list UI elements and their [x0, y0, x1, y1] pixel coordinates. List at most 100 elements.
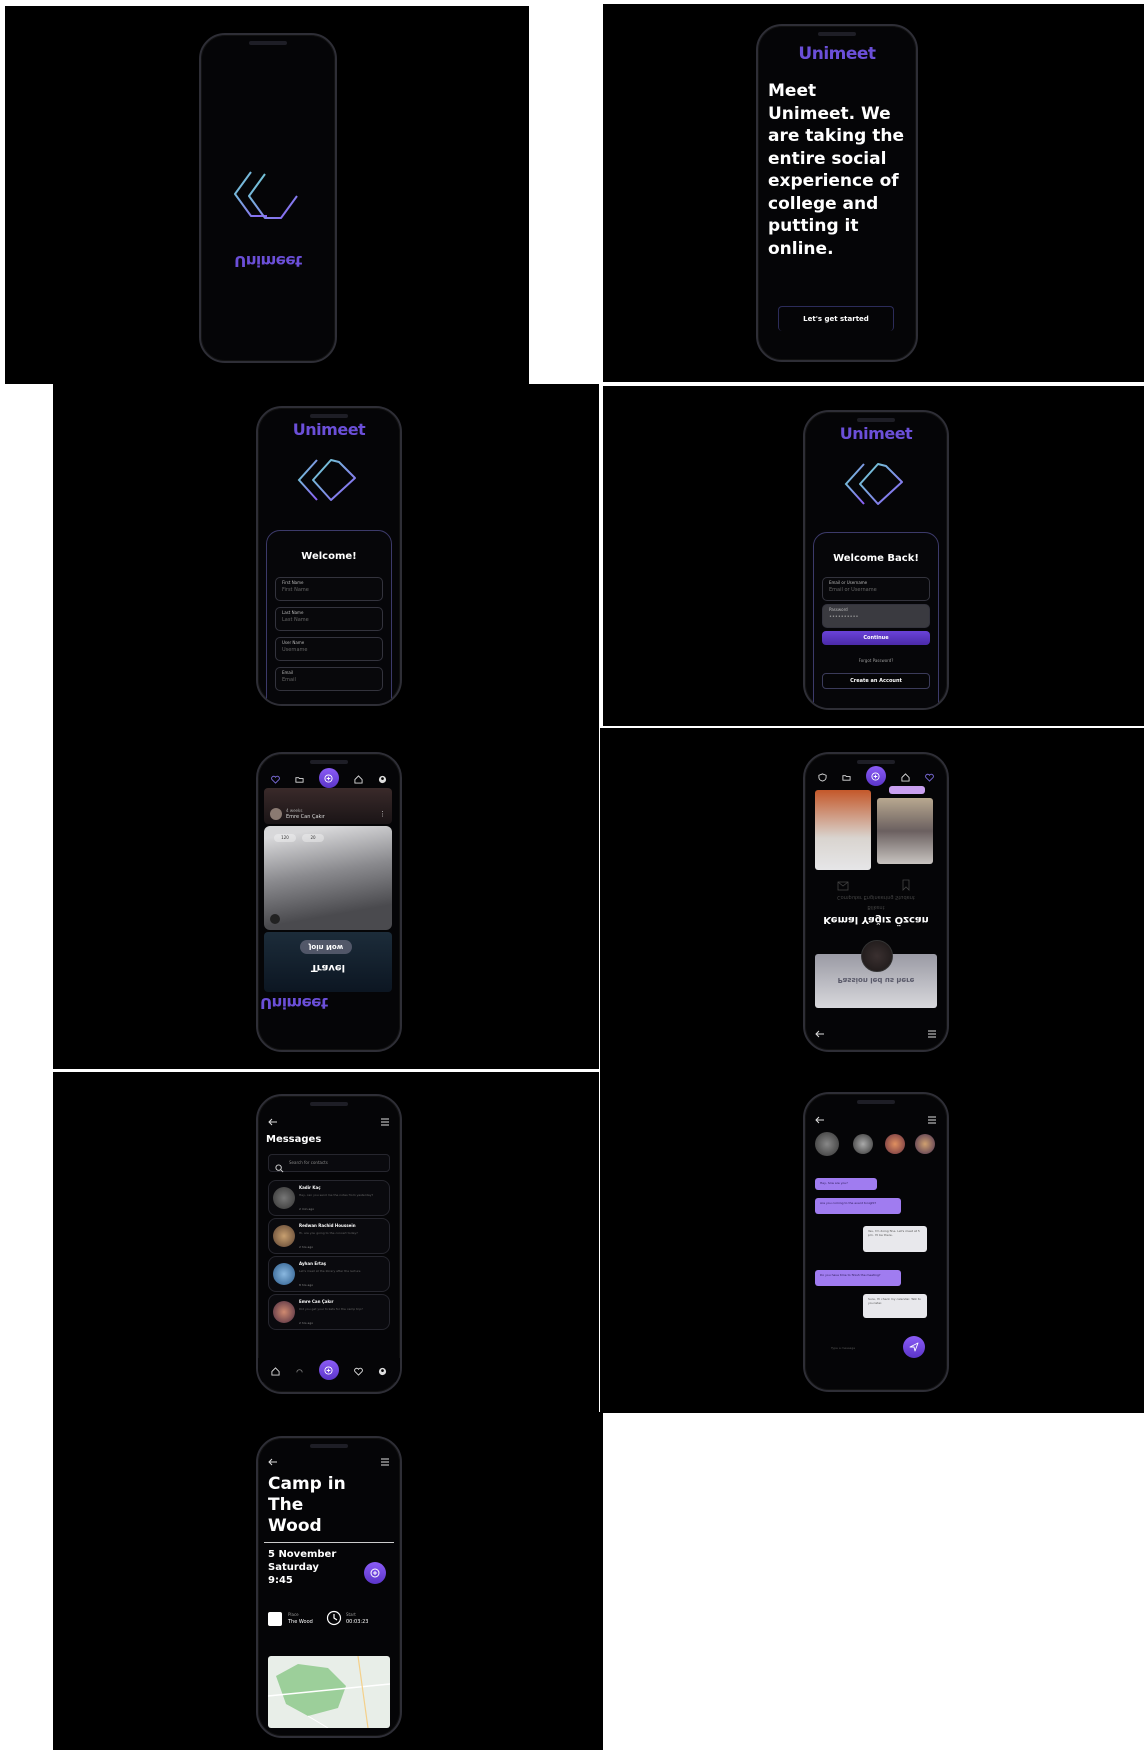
- phone-frame: Unimeet Welcome! First Name First Name L…: [256, 406, 402, 706]
- message-item[interactable]: Emre Can Çakır Did you get your tickets …: [268, 1294, 390, 1330]
- avatar: [273, 1263, 295, 1285]
- refresh-icon[interactable]: [295, 1361, 304, 1380]
- title-divider: [264, 1542, 394, 1543]
- contact-name: Ayhan Ertaş: [299, 1261, 327, 1266]
- field-placeholder: Username: [282, 647, 308, 653]
- phone-frame: 4 weeks Emre Can Çakır ⋮ 120 20 Join Now…: [256, 752, 402, 1052]
- feed-brand-mirrored: Unimeet: [260, 994, 328, 1012]
- search-placeholder: Search for contacts: [289, 1160, 328, 1165]
- username-field[interactable]: User Name Username: [275, 637, 383, 661]
- participant-avatar[interactable]: [815, 1132, 839, 1156]
- center-action-button[interactable]: [318, 768, 339, 788]
- profile-icon[interactable]: [378, 769, 387, 788]
- event-panel: Camp in The Wood 5 November Saturday 9:4…: [53, 1412, 603, 1750]
- photo-tile-accent: [889, 786, 925, 794]
- divider: [603, 383, 1144, 385]
- contact-name: Emre Can Çakır: [299, 1299, 334, 1304]
- participant-avatar[interactable]: [853, 1134, 873, 1154]
- bookmark-icon[interactable]: [901, 876, 911, 895]
- start-label: Start: [346, 1612, 356, 1617]
- heart-icon[interactable]: [271, 769, 281, 788]
- avatar: [270, 808, 282, 820]
- password-dots: ••••••••••: [829, 614, 859, 620]
- create-account-button[interactable]: Create an Account: [822, 673, 930, 689]
- forgot-password-link[interactable]: Forgot Password?: [814, 658, 938, 663]
- home-icon[interactable]: [354, 769, 363, 788]
- heart-icon[interactable]: [924, 767, 934, 786]
- heart-icon[interactable]: [353, 1361, 363, 1380]
- back-arrow-icon[interactable]: [815, 1110, 825, 1129]
- more-icon[interactable]: ⋮: [379, 810, 386, 818]
- mail-icon[interactable]: [837, 876, 849, 895]
- folder-icon[interactable]: [842, 767, 851, 786]
- message-input[interactable]: Type a message: [831, 1346, 855, 1350]
- map-svg: [268, 1656, 390, 1728]
- event-title: Travel: [264, 962, 392, 973]
- message-item[interactable]: Kadir Kaç Hey, can you send me the notes…: [268, 1180, 390, 1216]
- event-map[interactable]: [268, 1656, 390, 1728]
- password-field[interactable]: Password ••••••••••: [822, 604, 930, 628]
- phone-frame: Unimeet Welcome Back! Email or Username …: [803, 410, 949, 710]
- signup-title: Welcome!: [301, 551, 357, 562]
- send-button[interactable]: [903, 1336, 925, 1358]
- event-datetime: 5 November Saturday 9:45: [268, 1548, 336, 1587]
- menu-icon[interactable]: [380, 1452, 390, 1471]
- post-user: Emre Can Çakır: [286, 814, 325, 820]
- message-item[interactable]: Ayhan Ertaş Let's meet at the library af…: [268, 1256, 390, 1292]
- splash-panel: Unimeet: [5, 6, 529, 384]
- back-arrow-icon[interactable]: [268, 1452, 278, 1471]
- menu-icon[interactable]: [927, 1110, 937, 1129]
- profile-name: Kemal Yağız Özcan: [805, 914, 947, 925]
- message-preview: Hey, can you send me the notes from yest…: [299, 1193, 374, 1197]
- home-icon[interactable]: [271, 1361, 280, 1380]
- signup-brand: Unimeet: [292, 420, 366, 439]
- phone-notch: [818, 32, 856, 36]
- messages-panel: Messages Search for contacts Kadir Kaç H…: [53, 1072, 599, 1412]
- phone-notch: [857, 1100, 895, 1104]
- shield-icon[interactable]: [818, 767, 827, 786]
- search-icon: [275, 1158, 284, 1177]
- field-placeholder: Email or Username: [829, 587, 877, 593]
- center-action-button[interactable]: [318, 1360, 339, 1380]
- phone-frame: Computer Engineering Student Bilkent Kem…: [803, 752, 949, 1052]
- folder-icon[interactable]: [295, 769, 304, 788]
- menu-icon[interactable]: [927, 1024, 937, 1043]
- avatar: [273, 1225, 295, 1247]
- name-text: Kemal Yağız Özcan: [823, 914, 929, 925]
- message-preview: Hi, are you going to the concert today?: [299, 1231, 358, 1235]
- photo-tile[interactable]: [815, 790, 871, 870]
- subtitle2-text: Bilkent: [867, 904, 885, 910]
- email-username-field[interactable]: Email or Username Email or Username: [822, 577, 930, 601]
- photo-tile[interactable]: [877, 798, 933, 864]
- continue-button[interactable]: Continue: [822, 631, 930, 645]
- join-event-button[interactable]: [364, 1562, 386, 1584]
- last-name-field[interactable]: Last Name Last Name: [275, 607, 383, 631]
- back-arrow-icon[interactable]: [815, 1024, 825, 1043]
- email-field[interactable]: Email Email: [275, 667, 383, 691]
- plus-circle-icon: [370, 1568, 380, 1578]
- message-item[interactable]: Redwan Rachid Houssein Hi, are you going…: [268, 1218, 390, 1254]
- title-line: Wood: [268, 1516, 322, 1536]
- home-icon[interactable]: [901, 767, 910, 786]
- post-image: 120 20: [264, 826, 392, 930]
- contact-name: Redwan Rachid Houssein: [299, 1223, 356, 1228]
- profile-panel: Computer Engineering Student Bilkent Kem…: [600, 728, 1144, 1068]
- brand-text: Unimeet: [260, 994, 328, 1012]
- participant-avatar[interactable]: [885, 1134, 905, 1154]
- menu-icon[interactable]: [380, 1112, 390, 1131]
- get-started-button[interactable]: Let's get started: [778, 306, 894, 331]
- first-name-field[interactable]: First Name First Name: [275, 577, 383, 601]
- search-bar[interactable]: Search for contacts: [268, 1154, 390, 1173]
- login-card: Welcome Back! Email or Username Email or…: [813, 532, 939, 708]
- center-action-button[interactable]: [865, 766, 886, 786]
- event-card[interactable]: Join Now Travel: [264, 932, 392, 992]
- participant-avatar[interactable]: [915, 1134, 935, 1154]
- chat-bubble-outgoing: Sure, I'll check my calendar. Talk to yo…: [863, 1294, 927, 1318]
- join-button[interactable]: Join Now: [300, 940, 352, 954]
- plus-circle-icon: [324, 773, 334, 783]
- unimeet-logo-icon: [292, 456, 366, 510]
- field-label: Password: [829, 607, 848, 612]
- message-time: 2 hrs ago: [299, 1245, 314, 1249]
- profile-icon[interactable]: [378, 1361, 387, 1380]
- back-arrow-icon[interactable]: [268, 1112, 278, 1131]
